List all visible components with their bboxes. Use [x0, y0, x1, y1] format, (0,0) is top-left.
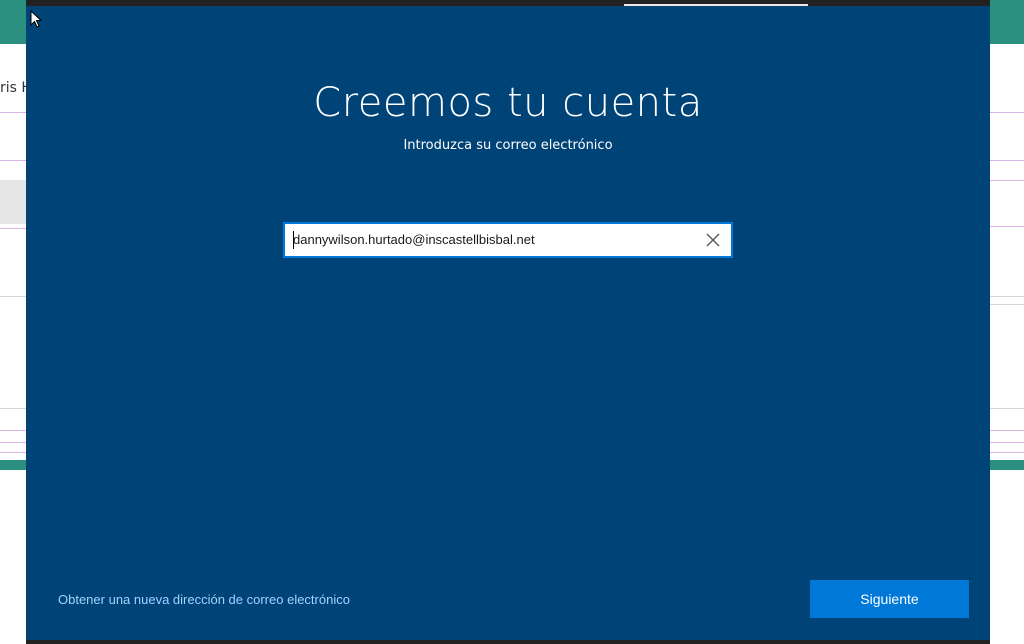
email-field-value[interactable]: dannywilson.hurtado@inscastellbisbal.net: [293, 224, 535, 256]
divider: [0, 430, 26, 431]
divider: [0, 228, 26, 229]
page-subtitle: Introduzca su correo electrónico: [403, 138, 613, 153]
divider: [990, 180, 1024, 181]
divider: [990, 408, 1024, 409]
divider: [0, 452, 26, 453]
dialog-top-strip: [26, 0, 990, 6]
mouse-pointer-icon: [30, 10, 42, 28]
divider: [990, 160, 1024, 161]
divider: [990, 442, 1024, 443]
divider: [990, 226, 1024, 227]
background-app-row-highlight: [0, 180, 26, 224]
page-title: Creemos tu cuenta: [313, 80, 703, 126]
divider: [0, 408, 26, 409]
divider: [0, 160, 26, 161]
email-field[interactable]: dannywilson.hurtado@inscastellbisbal.net: [283, 222, 733, 258]
background-app-footer-right-panel: [990, 470, 1024, 644]
divider: [990, 112, 1024, 113]
divider: [0, 442, 26, 443]
background-app-header-left: [0, 0, 26, 44]
background-app-header-right: [990, 0, 1024, 44]
divider: [990, 430, 1024, 431]
background-app-footer-left-panel: [0, 470, 26, 644]
divider: [0, 112, 26, 113]
next-button[interactable]: Siguiente: [810, 580, 969, 618]
divider: [990, 452, 1024, 453]
divider: [0, 296, 26, 297]
account-setup-dialog: Creemos tu cuenta Introduzca su correo e…: [26, 0, 990, 644]
divider: [990, 296, 1024, 297]
text-caret: [293, 231, 294, 249]
dialog-bottom-strip: [26, 640, 990, 644]
get-new-email-link[interactable]: Obtener una nueva dirección de correo el…: [58, 592, 350, 607]
progress-indicator: [624, 4, 808, 6]
divider: [990, 304, 1024, 305]
close-icon[interactable]: [703, 230, 723, 250]
